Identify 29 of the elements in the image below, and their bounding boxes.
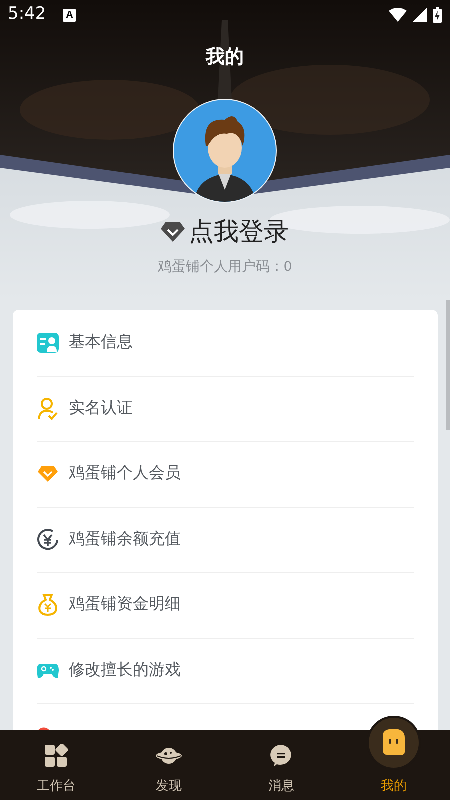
notification-icon: A xyxy=(63,8,76,22)
person-check-icon xyxy=(38,398,58,420)
mascot-icon xyxy=(368,718,419,768)
tab-item[interactable]: 消息 xyxy=(225,712,338,800)
diamond-icon xyxy=(38,466,58,482)
login-link[interactable]: 点我登录 xyxy=(189,216,289,248)
grid-icon xyxy=(44,744,68,768)
diamond-icon xyxy=(161,222,185,242)
battery-icon xyxy=(433,7,442,23)
yen-coin-icon xyxy=(37,528,59,551)
tab-item[interactable]: 发现 xyxy=(112,712,225,800)
menu-item[interactable]: 鸡蛋铺资金明细 xyxy=(37,572,414,638)
signal-icon xyxy=(413,8,427,22)
user-code: 鸡蛋铺个人用户码：0 xyxy=(158,257,292,276)
avatar[interactable] xyxy=(172,98,278,204)
menu-item[interactable]: 鸡蛋铺个人会员 xyxy=(37,441,414,506)
id-card-icon xyxy=(37,332,59,353)
page-title: 我的 xyxy=(206,47,244,68)
planet-icon xyxy=(154,745,183,767)
menu-item[interactable]: 实名认证 xyxy=(37,376,414,441)
tab-item[interactable]: 工作台 xyxy=(0,712,112,800)
menu-item[interactable]: 基本信息 xyxy=(37,310,414,376)
menu-item[interactable]: 修改擅长的游戏 xyxy=(37,638,414,703)
status-time: 5:42 xyxy=(8,3,46,26)
gamepad-icon xyxy=(37,662,59,679)
chat-bubble-icon xyxy=(269,744,294,768)
money-bag-icon xyxy=(38,594,58,616)
menu-item[interactable]: 鸡蛋铺余额充值 xyxy=(37,506,414,572)
wifi-icon xyxy=(389,8,407,22)
